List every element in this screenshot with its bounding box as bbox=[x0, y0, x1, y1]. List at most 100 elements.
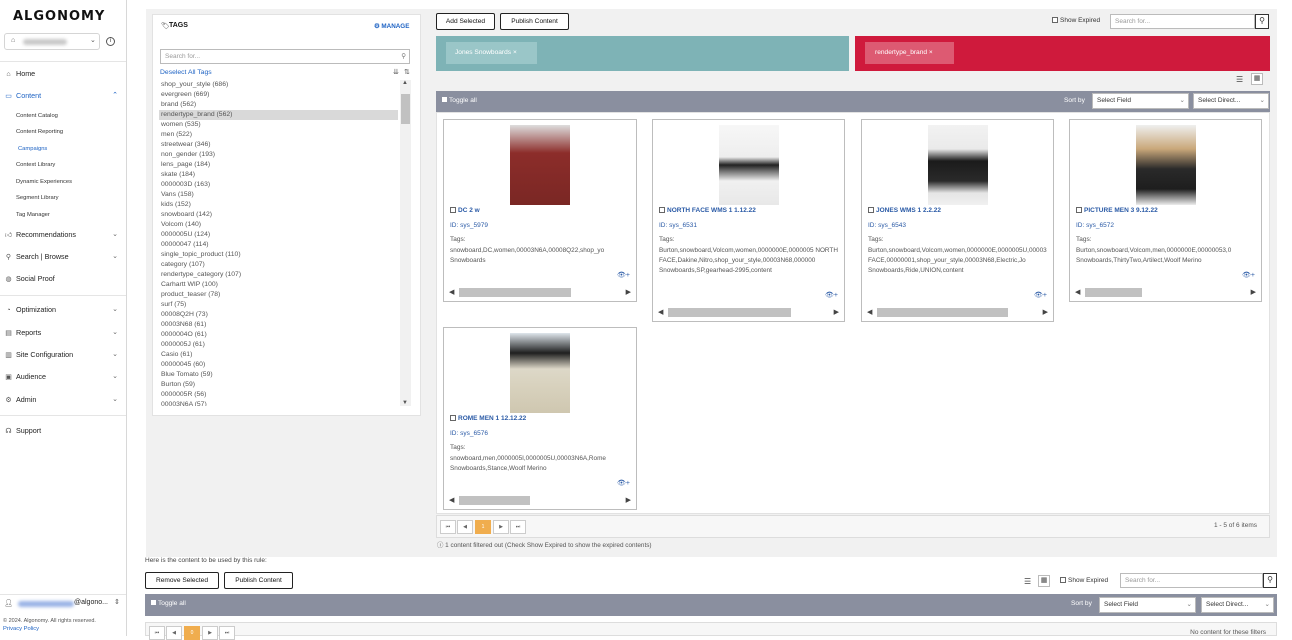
tag-item[interactable]: Carhartt WIP (100) bbox=[159, 280, 398, 290]
scroll-thumb[interactable] bbox=[1085, 288, 1142, 297]
bottom-search-input[interactable]: Search for... bbox=[1120, 573, 1263, 588]
toggle-all-checkbox[interactable] bbox=[442, 97, 447, 102]
tag-item[interactable]: snowboard (142) bbox=[159, 210, 398, 220]
add-selected-button[interactable]: Add Selected bbox=[436, 13, 495, 30]
card-title[interactable]: DC 2 w bbox=[458, 207, 480, 214]
tag-item[interactable]: streetwear (346) bbox=[159, 140, 398, 150]
scroll-thumb[interactable] bbox=[668, 308, 791, 317]
sort-direction-select[interactable]: Select Direct... ⌄ bbox=[1193, 93, 1269, 109]
content-card[interactable]: NORTH FACE WMS 1 1.12.22 ID: sys_6531 Ta… bbox=[652, 119, 845, 322]
tag-item[interactable]: shop_your_style (686) bbox=[159, 80, 398, 90]
tag-item[interactable]: 0000005U (124) bbox=[159, 230, 398, 240]
tag-item[interactable]: women (535) bbox=[159, 120, 398, 130]
grid-view-icon[interactable]: ▦ bbox=[1038, 575, 1050, 587]
tag-item[interactable]: 0000004O (61) bbox=[159, 330, 398, 340]
card-title[interactable]: NORTH FACE WMS 1 1.12.22 bbox=[667, 207, 756, 214]
tag-item[interactable]: 0000005R (56) bbox=[159, 390, 398, 400]
tag-item[interactable]: 00008Q2H (73) bbox=[159, 310, 398, 320]
tag-item[interactable]: lens_page (184) bbox=[159, 160, 398, 170]
tag-item[interactable]: rendertype_category (107) bbox=[159, 270, 398, 280]
toggle-all-checkbox[interactable] bbox=[151, 600, 156, 605]
tag-item[interactable]: category (107) bbox=[159, 260, 398, 270]
tag-search-input[interactable]: Search for... ⚲ bbox=[160, 49, 410, 64]
tag-item[interactable]: surf (75) bbox=[159, 300, 398, 310]
list-view-icon[interactable]: ☰ bbox=[1236, 75, 1243, 84]
next-page-button[interactable]: ▶ bbox=[202, 626, 218, 640]
account-selector[interactable]: ⌂ ⌄ bbox=[4, 33, 100, 50]
scroll-thumb[interactable] bbox=[459, 288, 571, 297]
remove-filter-icon[interactable]: × bbox=[513, 49, 517, 56]
nav-content[interactable]: ▭ Content ⌃ bbox=[4, 89, 122, 103]
sub-content-reporting[interactable]: Content Reporting bbox=[16, 127, 63, 137]
filter-chip[interactable]: Jones Snowboards × bbox=[446, 42, 537, 64]
card-scrollbar[interactable]: ◀ ▶ bbox=[658, 308, 839, 317]
tag-item[interactable]: 00000045 (60) bbox=[159, 360, 398, 370]
card-title[interactable]: PICTURE MEN 3 9.12.22 bbox=[1084, 207, 1158, 214]
sub-content-catalog[interactable]: Content Catalog bbox=[16, 111, 58, 121]
tag-item[interactable]: 00003N68 (61) bbox=[159, 320, 398, 330]
show-expired-checkbox[interactable] bbox=[1052, 17, 1058, 24]
card-scrollbar[interactable]: ◀ ▶ bbox=[449, 288, 631, 297]
sort-field-select[interactable]: Select Field ⌄ bbox=[1092, 93, 1189, 109]
publish-content-button[interactable]: Publish Content bbox=[500, 13, 569, 30]
publish-content-button-bottom[interactable]: Publish Content bbox=[224, 572, 293, 589]
tag-item[interactable]: non_gender (193) bbox=[159, 150, 398, 160]
card-scrollbar[interactable]: ◀ ▶ bbox=[867, 308, 1048, 317]
sub-segment-library[interactable]: Segment Library bbox=[16, 193, 59, 203]
current-page-button[interactable]: 0 bbox=[184, 626, 200, 640]
tag-item[interactable]: product_teaser (78) bbox=[159, 290, 398, 300]
filter-chip[interactable]: rendertype_brand × bbox=[865, 42, 954, 64]
tag-item[interactable]: Vans (158) bbox=[159, 190, 398, 200]
next-page-button[interactable]: ▶ bbox=[493, 520, 509, 534]
preview-add-icon[interactable]: 👁+ bbox=[1034, 291, 1047, 299]
tag-item[interactable]: Blue Tomato (59) bbox=[159, 370, 398, 380]
tag-item[interactable]: brand (562) bbox=[159, 100, 398, 110]
first-page-button[interactable]: ⏮ bbox=[149, 626, 165, 640]
tag-item[interactable]: kids (152) bbox=[159, 200, 398, 210]
sub-tag-manager[interactable]: Tag Manager bbox=[16, 210, 50, 220]
search-button[interactable]: ⚲ bbox=[1255, 14, 1269, 29]
nav-support[interactable]: ☊ Support bbox=[4, 424, 122, 438]
nav-reports[interactable]: ▤ Reports ⌄ bbox=[4, 326, 122, 340]
scroll-thumb[interactable] bbox=[459, 496, 530, 505]
tag-list-scrollbar[interactable]: ▲ ▼ bbox=[400, 80, 411, 406]
bottom-search-button[interactable]: ⚲ bbox=[1263, 573, 1277, 588]
tag-item[interactable]: evergreen (669) bbox=[159, 90, 398, 100]
preview-add-icon[interactable]: 👁+ bbox=[1242, 271, 1255, 279]
sort-desc-icon[interactable]: ⇊ bbox=[393, 68, 399, 76]
nav-audience[interactable]: ▣ Audience ⌄ bbox=[4, 370, 122, 384]
toggle-all[interactable]: Toggle all bbox=[442, 97, 477, 104]
card-checkbox[interactable] bbox=[450, 415, 456, 422]
sub-dynamic-experiences[interactable]: Dynamic Experiences bbox=[16, 177, 72, 187]
card-title[interactable]: ROME MEN 1 12.12.22 bbox=[458, 415, 526, 422]
tag-item[interactable]: skate (184) bbox=[159, 170, 398, 180]
scroll-thumb[interactable] bbox=[877, 308, 1008, 317]
content-card[interactable]: PICTURE MEN 3 9.12.22 ID: sys_6572 Tags:… bbox=[1069, 119, 1262, 302]
sort-field-select-bottom[interactable]: Select Field ⌄ bbox=[1099, 597, 1196, 613]
tag-item[interactable]: 0000005J (61) bbox=[159, 340, 398, 350]
card-checkbox[interactable] bbox=[1076, 207, 1082, 214]
preview-add-icon[interactable]: 👁+ bbox=[825, 291, 838, 299]
tag-item[interactable]: Volcom (140) bbox=[159, 220, 398, 230]
nav-admin[interactable]: ⚙ Admin ⌄ bbox=[4, 393, 122, 407]
card-scrollbar[interactable]: ◀ ▶ bbox=[1075, 288, 1256, 297]
preview-add-icon[interactable]: 👁+ bbox=[617, 271, 630, 279]
nav-search-browse[interactable]: ⚲ Search | Browse ⌄ bbox=[4, 250, 122, 264]
grid-view-icon[interactable]: ▦ bbox=[1251, 73, 1263, 85]
prev-page-button[interactable]: ◀ bbox=[457, 520, 473, 534]
page-1-button[interactable]: 1 bbox=[475, 520, 491, 534]
privacy-policy-link[interactable]: Privacy Policy bbox=[3, 626, 39, 632]
nav-site-configuration[interactable]: ▥ Site Configuration ⌄ bbox=[4, 348, 122, 362]
info-icon[interactable]: i bbox=[106, 37, 115, 46]
card-checkbox[interactable] bbox=[450, 207, 456, 214]
tag-item[interactable]: 00003N6A (57) bbox=[159, 400, 398, 406]
preview-add-icon[interactable]: 👁+ bbox=[617, 479, 630, 487]
card-title[interactable]: JONES WMS 1 2.2.22 bbox=[876, 207, 941, 214]
prev-page-button[interactable]: ◀ bbox=[166, 626, 182, 640]
tag-item[interactable]: men (522) bbox=[159, 130, 398, 140]
toggle-all-bottom[interactable]: Toggle all bbox=[151, 600, 186, 607]
last-page-button[interactable]: ⏭ bbox=[510, 520, 526, 534]
show-expired-toggle-bottom[interactable]: Show Expired bbox=[1060, 577, 1108, 584]
sort-direction-select-bottom[interactable]: Select Direct... ⌄ bbox=[1201, 597, 1274, 613]
content-search-input[interactable]: Search for... bbox=[1110, 14, 1255, 29]
